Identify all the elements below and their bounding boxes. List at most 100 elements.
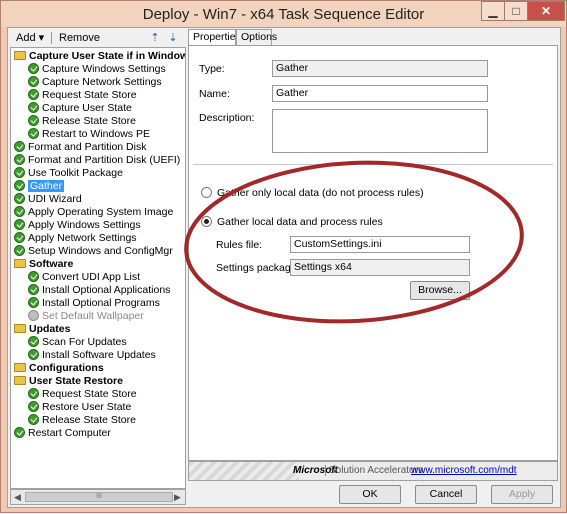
apply-button[interactable]: Apply [491,485,553,504]
tree-item-label: Install Optional Programs [42,297,160,309]
name-label: Name: [199,88,230,100]
scroll-right-icon[interactable]: ▶ [174,492,181,503]
tree-horizontal-scrollbar[interactable]: ◀ III ▶ [10,489,186,505]
rules-file-field[interactable]: CustomSettings.ini [290,236,470,253]
check-icon [14,206,25,217]
check-icon [28,76,39,87]
check-icon [28,63,39,74]
tree-item-label: Apply Network Settings [28,232,137,244]
radio-local-only-label: Gather only local data (do not process r… [217,187,424,199]
check-icon [14,193,25,204]
ok-button[interactable]: OK [339,485,401,504]
tree-step[interactable]: Request State Store [28,388,137,401]
mdt-website-link[interactable]: www.microsoft.com/mdt [411,465,517,476]
folder-icon [14,51,26,60]
radio-process-rules-label: Gather local data and process rules [217,216,383,228]
tree-step[interactable]: Apply Network Settings [14,232,137,245]
close-button[interactable]: ✕ [527,1,565,21]
tree-step[interactable]: Gather [14,180,65,193]
check-icon [28,297,39,308]
tree-step[interactable]: Apply Operating System Image [14,206,173,219]
check-icon [14,232,25,243]
check-icon [28,388,39,399]
tree-step[interactable]: Install Optional Programs [28,297,160,310]
folder-icon [14,376,26,385]
tree-step[interactable]: Release State Store [28,115,136,128]
tree-group[interactable]: Capture User State if in Window [14,50,186,63]
tree-step[interactable]: Apply Windows Settings [14,219,141,232]
check-icon [14,219,25,230]
tree-item-label: Software [29,258,74,270]
check-icon [28,401,39,412]
cancel-button[interactable]: Cancel [415,485,477,504]
tree-item-label: Install Optional Applications [42,284,171,296]
type-label: Type: [199,63,225,75]
tree-step[interactable]: Format and Partition Disk (UEFI) [14,154,180,167]
check-icon [28,89,39,100]
tree-step[interactable]: Install Optional Applications [28,284,170,297]
tree-item-label: Scan For Updates [42,336,127,348]
remove-button[interactable]: Remove [55,30,104,46]
radio-button-icon[interactable] [201,187,212,198]
tree-item-label: Format and Partition Disk [28,141,147,153]
tree-item-label: Release State Store [42,414,136,426]
move-down-icon[interactable]: ⇣ [166,31,180,45]
tree-step[interactable]: Format and Partition Disk [14,141,146,154]
browse-button[interactable]: Browse... [410,281,470,300]
folder-icon [14,363,26,372]
name-field[interactable]: Gather [272,85,488,102]
tree-item-label: Capture User State if in Window [29,50,186,62]
task-sequence-tree[interactable]: Capture User State if in Window Capture W… [10,47,186,489]
tree-step[interactable]: Restore User State [28,401,131,414]
tree-item-label: Capture Network Settings [42,76,162,88]
tree-step[interactable]: Restart to Windows PE [28,128,150,141]
check-icon [28,284,39,295]
tree-step[interactable]: Install Software Updates [28,349,156,362]
tree-step[interactable]: Scan For Updates [28,336,127,349]
scrollbar-thumb[interactable]: III [25,492,173,502]
tree-group[interactable]: Configurations [14,362,104,375]
check-icon [14,427,25,438]
tree-step[interactable]: Set Default Wallpaper [28,310,144,323]
tree-step[interactable]: Capture User State [28,102,132,115]
folder-icon [14,324,26,333]
tab-properties[interactable]: Properties [188,29,241,46]
tree-step[interactable]: Request State Store [28,89,137,102]
check-icon [28,115,39,126]
banner-pattern [189,462,299,480]
properties-panel: Type: Gather Name: Gather Description: G… [188,45,558,461]
check-icon [14,245,25,256]
tree-item-label: Gather [28,180,65,192]
scroll-left-icon[interactable]: ◀ [14,492,21,503]
tree-step[interactable]: Restart Computer [14,427,111,440]
tree-item-label: Apply Operating System Image [28,206,174,218]
radio-button-selected-icon[interactable] [201,216,212,227]
tree-group[interactable]: Updates [14,323,70,336]
tree-item-label: User State Restore [29,375,123,387]
tree-item-label: Convert UDI App List [42,271,141,283]
tree-item-label: Updates [29,323,71,335]
tree-step[interactable]: Setup Windows and ConfigMgr [14,245,173,258]
tree-group[interactable]: User State Restore [14,375,123,388]
tree-step[interactable]: Capture Network Settings [28,76,162,89]
minimize-button[interactable]: ▁ [481,1,505,21]
check-icon [14,167,25,178]
tree-item-label: Format and Partition Disk (UEFI) [28,154,181,166]
tree-step[interactable]: Use Toolkit Package [14,167,123,180]
tree-step[interactable]: Capture Windows Settings [28,63,166,76]
tree-step[interactable]: UDI Wizard [14,193,82,206]
tree-step[interactable]: Convert UDI App List [28,271,140,284]
move-up-icon[interactable]: ⇡ [148,31,162,45]
tree-step[interactable]: Release State Store [28,414,136,427]
tree-group[interactable]: Software [14,258,73,271]
tree-item-label: Request State Store [42,388,137,400]
add-menu-button[interactable]: Add ▾ [12,30,48,46]
maximize-button[interactable]: □ [504,1,528,21]
description-field[interactable] [272,109,488,153]
task-sequence-editor-window: Deploy - Win7 - x64 Task Sequence Editor… [0,0,567,513]
title-bar[interactable]: Deploy - Win7 - x64 Task Sequence Editor… [1,1,566,27]
radio-process-rules-option[interactable]: Gather local data and process rules [201,216,383,228]
tab-options[interactable]: Options [236,29,277,45]
toolbar-separator [51,32,52,44]
radio-local-only-option[interactable]: Gather only local data (do not process r… [201,187,424,199]
